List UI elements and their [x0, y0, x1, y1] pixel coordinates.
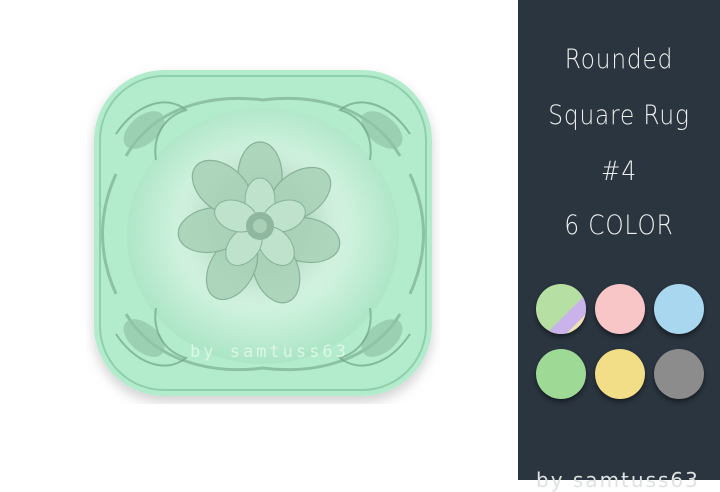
title-line-3: #4 [601, 156, 637, 187]
watermark: by samtuss63 [190, 342, 349, 362]
swatch-yellow [595, 349, 645, 399]
info-panel: Rounded Square Rug #4 6 COLOR by samtuss… [518, 0, 720, 492]
footer-credit: by samtuss63 [536, 468, 700, 492]
swatch-gray [654, 349, 704, 399]
color-count: 6 COLOR [564, 210, 674, 241]
swatch-multi-color [536, 284, 586, 334]
swatch-blue [654, 284, 704, 334]
rug-preview: by samtuss63 [0, 0, 518, 480]
swatch-pink [595, 284, 645, 334]
title-line-2: Square Rug [548, 100, 690, 131]
title-line-1: Rounded [564, 44, 674, 75]
swatch-green [536, 349, 586, 399]
